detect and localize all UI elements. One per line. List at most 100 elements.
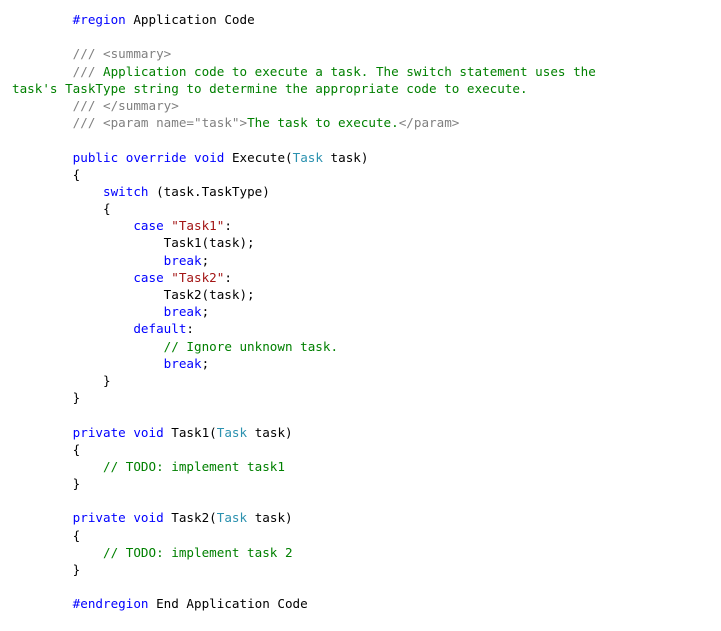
code-line[interactable]	[12, 578, 721, 595]
code-line[interactable]: /// </summary>	[12, 97, 721, 114]
code-line[interactable]: // TODO: implement task1	[12, 458, 721, 475]
code-token-keyword: break	[163, 252, 202, 268]
code-line[interactable]: Task1(task);	[12, 234, 721, 251]
code-line[interactable]	[12, 492, 721, 509]
code-line[interactable]: private void Task1(Task task)	[12, 424, 721, 441]
code-token-keyword: default	[133, 321, 187, 337]
code-token-keyword: private	[72, 424, 126, 440]
code-token-keyword: switch	[103, 183, 149, 199]
code-line[interactable]: }	[12, 372, 721, 389]
code-editor[interactable]: #region Application Code /// <summary> /…	[12, 11, 721, 613]
code-token-plain: Task2(	[163, 510, 217, 526]
code-line[interactable]: case "Task1":	[12, 217, 721, 234]
code-line[interactable]: default:	[12, 320, 721, 337]
code-token-keyword: case	[133, 218, 164, 234]
code-token-keyword: break	[163, 355, 202, 371]
code-line[interactable]: task's TaskType string to determine the …	[12, 80, 721, 97]
code-line[interactable]: break;	[12, 355, 721, 372]
code-token-plain: ;	[201, 355, 210, 371]
code-token-keyword: void	[133, 510, 164, 526]
code-token-plain: {	[12, 166, 81, 182]
code-token-plain: Task2(task);	[12, 287, 255, 302]
code-token-type: Task	[292, 149, 323, 165]
code-token-plain: task)	[247, 510, 293, 526]
code-line[interactable]: // TODO: implement task 2	[12, 544, 721, 561]
code-token-comment: task's TaskType string to determine the …	[12, 80, 528, 96]
code-line[interactable]	[12, 406, 721, 423]
code-token-keyword: #region	[72, 12, 126, 27]
code-line[interactable]	[12, 131, 721, 148]
code-token-keyword: void	[133, 424, 164, 440]
code-line[interactable]: private void Task2(Task task)	[12, 509, 721, 526]
code-token-plain: }	[12, 372, 111, 388]
code-token-plain: }	[12, 476, 81, 492]
code-line[interactable]: switch (task.TaskType)	[12, 183, 721, 200]
code-token-keyword: void	[194, 149, 225, 165]
code-line[interactable]: {	[12, 441, 721, 458]
code-token-comment: Application code to execute a task. The …	[95, 63, 596, 79]
code-line[interactable]: #region Application Code	[12, 11, 721, 28]
code-line[interactable]: // Ignore unknown task.	[12, 338, 721, 355]
code-line[interactable]: break;	[12, 252, 721, 269]
code-token-plain: task)	[247, 424, 293, 440]
code-line[interactable]: /// <param name="task">The task to execu…	[12, 114, 721, 131]
code-token-plain: Task1(task);	[12, 235, 255, 251]
code-line[interactable]: #endregion End Application Code	[12, 595, 721, 612]
code-line[interactable]: {	[12, 527, 721, 544]
code-line[interactable]: case "Task2":	[12, 269, 721, 286]
code-token-string: "Task2"	[171, 269, 225, 285]
code-token-plain: {	[12, 527, 81, 543]
code-line[interactable]: }	[12, 475, 721, 492]
code-line[interactable]	[12, 28, 721, 45]
code-token-plain: (task.TaskType)	[148, 183, 270, 199]
code-token-keyword: case	[133, 269, 164, 285]
code-token-comment: The task to execute.	[247, 115, 399, 131]
code-token-comment: // Ignore unknown task.	[163, 338, 339, 354]
code-token-doc-tag: </param>	[398, 115, 460, 131]
code-token-plain: ;	[201, 252, 210, 268]
code-token-doc-tag: /// <summary>	[72, 46, 172, 62]
code-line[interactable]: }	[12, 389, 721, 406]
code-token-plain: }	[12, 390, 81, 406]
code-token-comment: // TODO: implement task1	[103, 458, 285, 474]
code-token-plain: {	[12, 201, 111, 217]
code-token-doc-tag: /// <param name="task">	[72, 115, 248, 131]
code-token-plain: ;	[201, 304, 210, 320]
code-line[interactable]: /// <summary>	[12, 45, 721, 62]
code-token-plain: Application Code	[125, 12, 255, 27]
code-line[interactable]: Task2(task);	[12, 286, 721, 303]
code-line[interactable]: break;	[12, 303, 721, 320]
code-token-plain: {	[12, 441, 81, 457]
code-token-doc-tag: /// </summary>	[72, 97, 179, 113]
code-line[interactable]: /// Application code to execute a task. …	[12, 63, 721, 80]
code-line[interactable]: {	[12, 200, 721, 217]
code-token-plain: :	[224, 218, 232, 234]
code-token-string: "Task1"	[171, 218, 225, 234]
code-token-type: Task	[216, 510, 248, 526]
code-token-plain: }	[12, 562, 81, 577]
code-token-keyword: override	[125, 149, 187, 165]
code-token-plain: Execute(	[224, 149, 293, 165]
code-line[interactable]: }	[12, 561, 721, 578]
code-token-plain: End Application Code	[148, 596, 308, 612]
code-line[interactable]: public override void Execute(Task task)	[12, 149, 721, 166]
code-line[interactable]: {	[12, 166, 721, 183]
code-token-plain: Task1(	[163, 424, 217, 440]
code-token-keyword: break	[163, 304, 202, 320]
code-token-keyword: private	[72, 510, 126, 526]
code-token-keyword: public	[72, 149, 119, 165]
